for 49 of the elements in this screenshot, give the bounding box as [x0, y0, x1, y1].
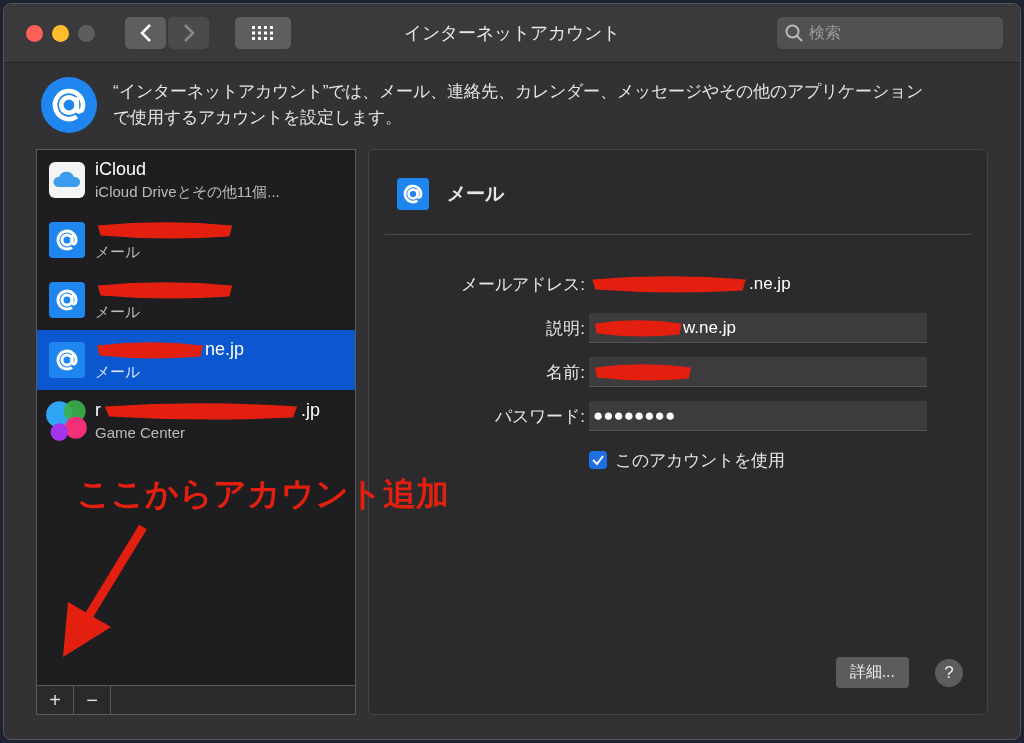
input-field[interactable]: w.ne.jp	[589, 313, 927, 343]
account-name-text: ne.jp	[205, 339, 245, 360]
at-sign-icon	[49, 222, 85, 258]
account-item[interactable]: メール	[37, 270, 355, 330]
at-sign-icon	[49, 282, 85, 318]
chevron-right-icon	[182, 23, 195, 43]
field-label: 説明:	[545, 317, 585, 340]
window-title: インターネットアカウント	[404, 22, 620, 45]
intro-text: “インターネットアカウント”では、メール、連絡先、カレンダー、メッセージやその他のアプリケーションで使用するアカウントを設定します。	[113, 81, 925, 129]
field-value: ●●●●●●●●	[593, 405, 676, 426]
account-type: iCloud Driveとその他11個...	[95, 182, 280, 202]
input-field[interactable]	[589, 357, 927, 387]
minimize-button[interactable]	[52, 24, 69, 42]
input-field[interactable]: ●●●●●●●●	[589, 401, 927, 431]
back-button[interactable]	[125, 17, 166, 49]
chevron-left-icon	[139, 23, 152, 43]
account-item[interactable]: iCloud iCloud Driveとその他11個...	[37, 150, 355, 210]
search-input[interactable]: 検索	[809, 19, 995, 47]
panel-title: メール	[447, 182, 504, 206]
search-field[interactable]: 検索	[777, 17, 1003, 49]
grid-icon	[252, 26, 274, 40]
account-name-text: r	[95, 400, 101, 421]
field-value: .ne.jp	[749, 274, 791, 294]
field-label: 名前:	[545, 361, 585, 384]
account-type: Game Center	[95, 423, 187, 441]
account-item[interactable]: ne.jp メール	[37, 330, 355, 390]
details-button[interactable]: 詳細...	[835, 657, 909, 688]
at-sign-icon	[49, 342, 85, 378]
search-icon	[785, 24, 803, 42]
at-sign-icon	[41, 77, 97, 133]
account-item[interactable]: メール	[37, 210, 355, 270]
show-all-button[interactable]	[235, 17, 291, 49]
field-label: パスワード:	[494, 405, 585, 428]
at-sign-icon	[397, 178, 429, 210]
help-button[interactable]: ?	[935, 658, 963, 687]
field-value: w.ne.jp	[683, 317, 736, 338]
close-button[interactable]	[26, 24, 43, 42]
bubbles-icon	[45, 398, 89, 442]
field-label: メールアドレス:	[460, 273, 585, 296]
account-item[interactable]: r .jp Game Center	[37, 390, 355, 450]
checkbox[interactable]	[589, 451, 607, 469]
cloud-icon	[49, 162, 85, 198]
account-type: メール	[95, 302, 141, 322]
account-type: メール	[95, 362, 141, 382]
annotation-text: ここからアカウント追加	[77, 474, 449, 514]
checkbox-label: このアカウントを使用	[615, 449, 785, 472]
account-name-text: .jp	[301, 400, 320, 421]
account-name-text: iCloud	[95, 159, 147, 180]
account-type: メール	[95, 242, 141, 262]
